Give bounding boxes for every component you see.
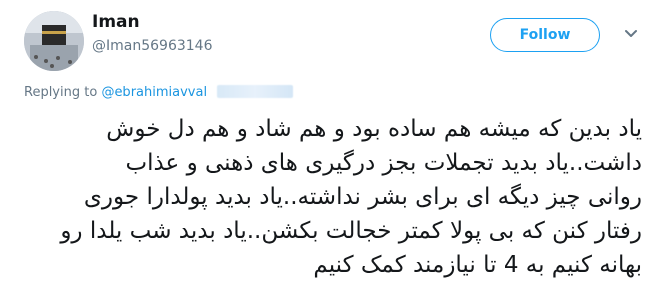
mention-link[interactable]: @ebrahimiavval (101, 85, 207, 100)
replying-to-label: Replying to (24, 85, 98, 100)
follow-button[interactable]: Follow (490, 18, 600, 52)
tweet-line: بهانه کنیم به 4 تا نیازمند کمک کنیم (313, 252, 642, 278)
redacted-mention (217, 85, 294, 98)
avatar-image (24, 11, 84, 71)
tweet-header: Iman @Iman56963146 Follow (0, 0, 660, 90)
tweet-line: روانی چیز دیگه ای برای بشر نداشته..یاد ب… (83, 184, 642, 210)
tweet-text: یاد بدین که میشه هم ساده بود و هم شاد و … (22, 112, 642, 282)
replying-to: Replying to @ebrahimiavval (24, 85, 294, 100)
avatar[interactable] (24, 11, 84, 71)
tweet-line: رفتار کنن که بی پولا کمتر خجالت بکشن..یا… (60, 218, 642, 244)
tweet-line: داشت..یاد بدید تجملات بجز درگیری های ذهن… (125, 150, 642, 176)
chevron-down-icon[interactable] (624, 27, 638, 41)
user-handle[interactable]: @Iman56963146 (92, 38, 212, 54)
tweet-line: یاد بدین که میشه هم ساده بود و هم شاد و … (106, 116, 642, 142)
display-name[interactable]: Iman (92, 12, 140, 32)
